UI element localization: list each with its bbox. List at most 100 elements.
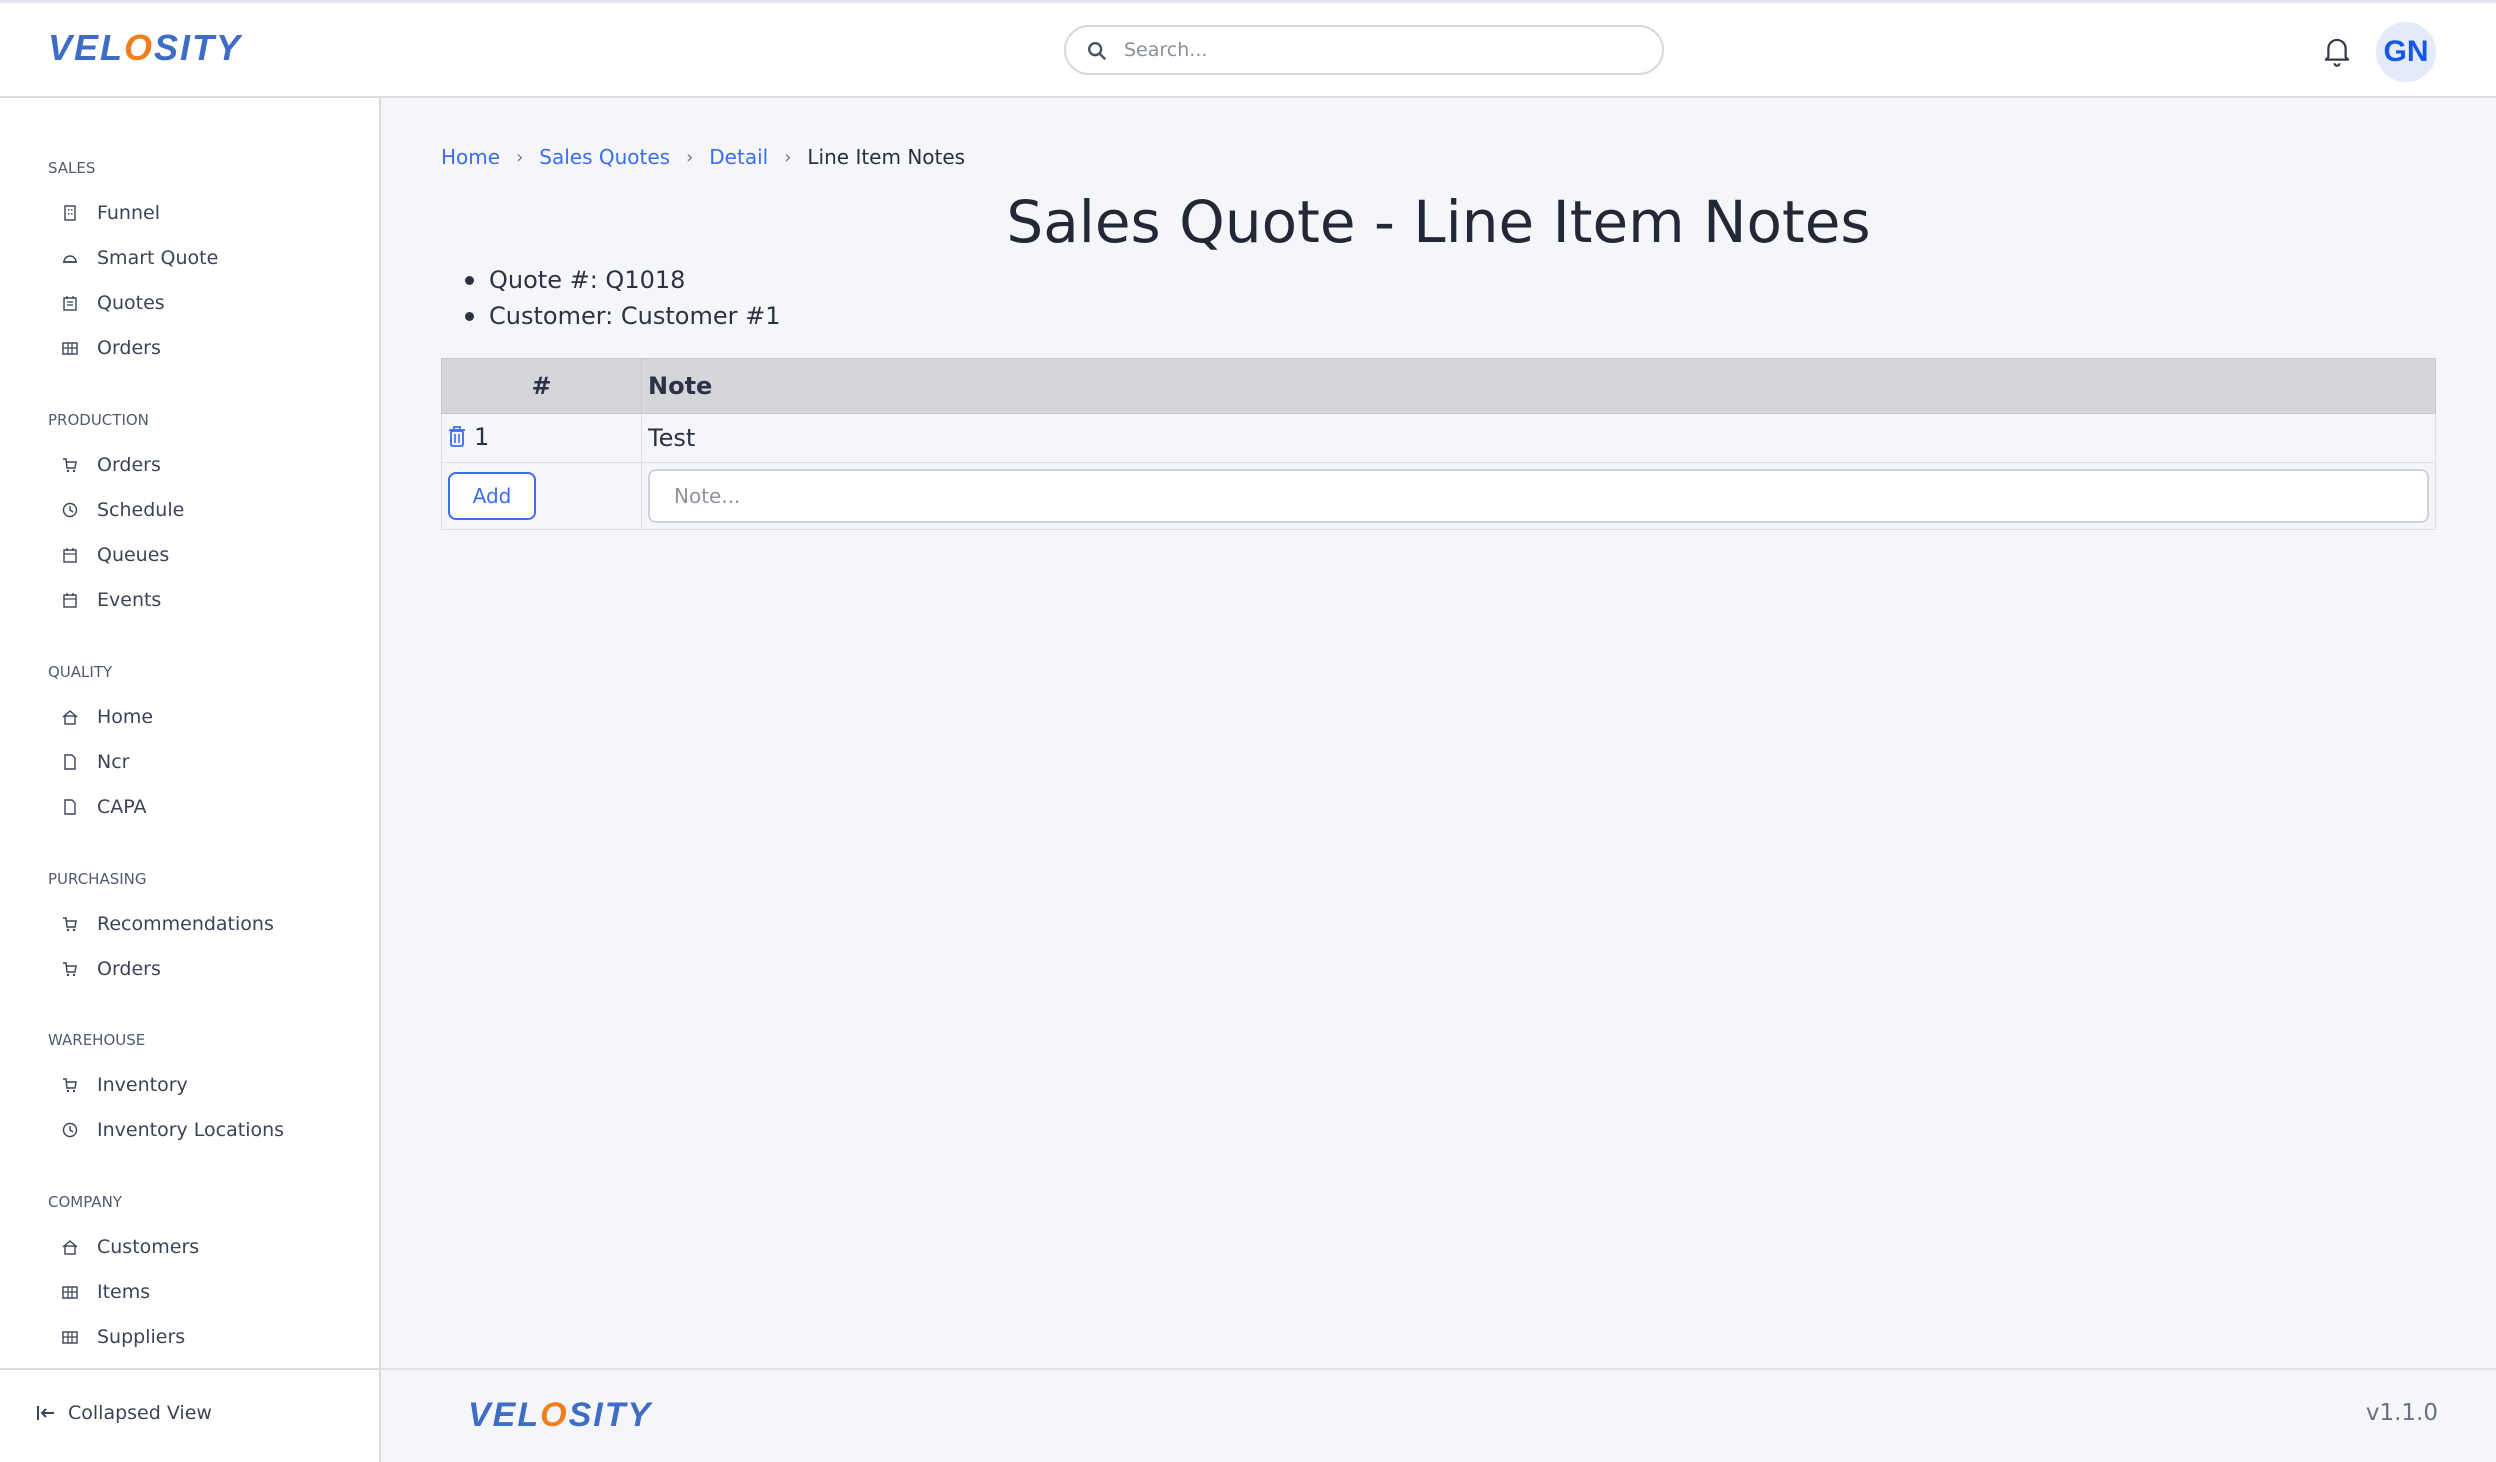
sidebar-item-production-schedule[interactable]: Schedule — [62, 492, 184, 528]
sidebar-item-quality-capa[interactable]: CAPA — [62, 789, 147, 825]
breadcrumb-sales-quotes[interactable]: Sales Quotes — [539, 145, 670, 169]
sidebar-item-purchasing-recommendations[interactable]: Recommendations — [62, 906, 274, 942]
sidebar-item-production-events[interactable]: Events — [62, 582, 161, 618]
sidebar-item-warehouse-inventory-locations[interactable]: Inventory Locations — [62, 1112, 284, 1148]
sidebar-section-company: COMPANY — [48, 1193, 122, 1211]
trash-icon[interactable] — [448, 425, 466, 448]
sidebar-item-label: Events — [97, 589, 162, 611]
sidebar-section-warehouse: WAREHOUSE — [48, 1031, 146, 1049]
customer-name: Customer: Customer #1 — [465, 298, 780, 334]
version-label: v1.1.0 — [2365, 1400, 2438, 1426]
sidebar-item-warehouse-inventory[interactable]: Inventory — [62, 1067, 188, 1103]
table-row: 1 Test — [441, 413, 2436, 463]
sidebar-item-label: Queues — [97, 544, 170, 566]
bell-icon[interactable] — [2322, 35, 2352, 67]
sidebar-item-label: Ncr — [97, 751, 130, 773]
building-icon — [62, 205, 78, 221]
sidebar-item-label: Recommendations — [97, 913, 274, 935]
top-header: VELOSITY GN — [0, 0, 2496, 98]
quote-info-list: Quote #: Q1018 Customer: Customer #1 — [465, 262, 780, 334]
calendar-icon — [62, 547, 78, 563]
column-header-note: Note — [641, 358, 2436, 414]
sidebar-item-label: Items — [97, 1281, 151, 1303]
sidebar-item-company-suppliers[interactable]: Suppliers — [62, 1319, 185, 1355]
note-cell: Test — [641, 413, 2436, 463]
home-icon — [62, 709, 78, 725]
collapsed-view-label: Collapsed View — [68, 1402, 212, 1424]
sidebar-item-label: Customers — [97, 1236, 200, 1258]
clock-icon — [62, 1122, 78, 1138]
chevron-right-icon: › — [686, 146, 694, 168]
column-header-number: # — [441, 358, 642, 414]
sidebar-item-label: Schedule — [97, 499, 185, 521]
breadcrumb-current: Line Item Notes — [807, 145, 966, 169]
breadcrumb: Home › Sales Quotes › Detail › Line Item… — [441, 145, 965, 169]
note-input-cell — [641, 462, 2436, 530]
sidebar-section-production: PRODUCTION — [48, 411, 149, 429]
notes-table: # Note 1 Test Add — [441, 358, 2436, 530]
row-number: 1 — [474, 422, 490, 451]
cart-icon — [62, 457, 78, 473]
cart-icon — [62, 961, 78, 977]
add-button[interactable]: Add — [448, 472, 536, 520]
sidebar-item-sales-funnel[interactable]: Funnel — [62, 195, 160, 231]
user-avatar[interactable]: GN — [2376, 22, 2436, 82]
sidebar-section-purchasing: PURCHASING — [48, 870, 147, 888]
cart-icon — [62, 1077, 78, 1093]
sidebar-item-sales-smart-quote[interactable]: Smart Quote — [62, 240, 218, 276]
sidebar-item-label: CAPA — [97, 796, 147, 818]
search-input[interactable] — [1124, 35, 1644, 65]
collapsed-view-button[interactable]: Collapsed View — [36, 1402, 212, 1424]
collapse-left-icon — [37, 1406, 54, 1420]
sidebar-item-label: Quotes — [97, 292, 165, 314]
file-icon — [62, 799, 78, 815]
note-input[interactable] — [648, 469, 2429, 523]
chevron-right-icon: › — [516, 146, 524, 168]
sidebar-item-purchasing-orders[interactable]: Orders — [62, 951, 161, 987]
calendar-icon — [62, 592, 78, 608]
file-icon — [62, 754, 78, 770]
row-number-cell: 1 — [441, 413, 642, 463]
sidebar-item-production-queues[interactable]: Queues — [62, 537, 169, 573]
page-title: Sales Quote - Line Item Notes — [1006, 188, 1871, 256]
search-box[interactable] — [1064, 25, 1664, 75]
sidebar-item-label: Inventory Locations — [97, 1119, 285, 1141]
sidebar-item-quality-ncr[interactable]: Ncr — [62, 744, 129, 780]
sidebar: SALES Funnel Smart Quote Quotes Orders PRODUC… — [0, 98, 381, 1368]
sidebar-section-sales: SALES — [48, 159, 96, 177]
sidebar-item-sales-quotes[interactable]: Quotes — [62, 285, 165, 321]
sidebar-item-label: Orders — [97, 958, 161, 980]
sidebar-item-production-orders[interactable]: Orders — [62, 447, 161, 483]
warehouse-icon — [62, 1284, 78, 1300]
sidebar-item-sales-orders[interactable]: Orders — [62, 330, 161, 366]
velocity-logo[interactable]: VELOSITY — [48, 27, 242, 69]
page-footer: VELOSITY v1.1.0 — [381, 1368, 2496, 1462]
search-icon — [1088, 42, 1107, 61]
chevron-right-icon: › — [784, 146, 792, 168]
add-cell: Add — [441, 462, 642, 530]
quote-number: Quote #: Q1018 — [465, 262, 780, 298]
footer-logo: VELOSITY — [468, 1396, 653, 1434]
sidebar-item-label: Smart Quote — [97, 247, 219, 269]
sidebar-footer: Collapsed View — [0, 1368, 381, 1462]
sidebar-section-quality: QUALITY — [48, 663, 113, 681]
cart-icon — [62, 916, 78, 932]
breadcrumb-detail[interactable]: Detail — [709, 145, 768, 169]
sidebar-item-label: Home — [97, 706, 154, 728]
sidebar-item-label: Suppliers — [97, 1326, 186, 1348]
sidebar-item-label: Inventory — [97, 1074, 188, 1096]
sidebar-item-label: Funnel — [97, 202, 160, 224]
warehouse-icon — [62, 340, 78, 356]
sidebar-item-company-items[interactable]: Items — [62, 1274, 150, 1310]
add-note-row: Add — [441, 462, 2436, 530]
home-icon — [62, 1239, 78, 1255]
warehouse-icon — [62, 1329, 78, 1345]
sidebar-item-quality-home[interactable]: Home — [62, 699, 153, 735]
clock-icon — [62, 502, 78, 518]
sidebar-item-label: Orders — [97, 337, 161, 359]
helmet-icon — [62, 250, 78, 266]
sidebar-item-label: Orders — [97, 454, 161, 476]
sidebar-item-company-customers[interactable]: Customers — [62, 1229, 199, 1265]
breadcrumb-home[interactable]: Home — [441, 145, 500, 169]
clipboard-icon — [62, 295, 78, 311]
